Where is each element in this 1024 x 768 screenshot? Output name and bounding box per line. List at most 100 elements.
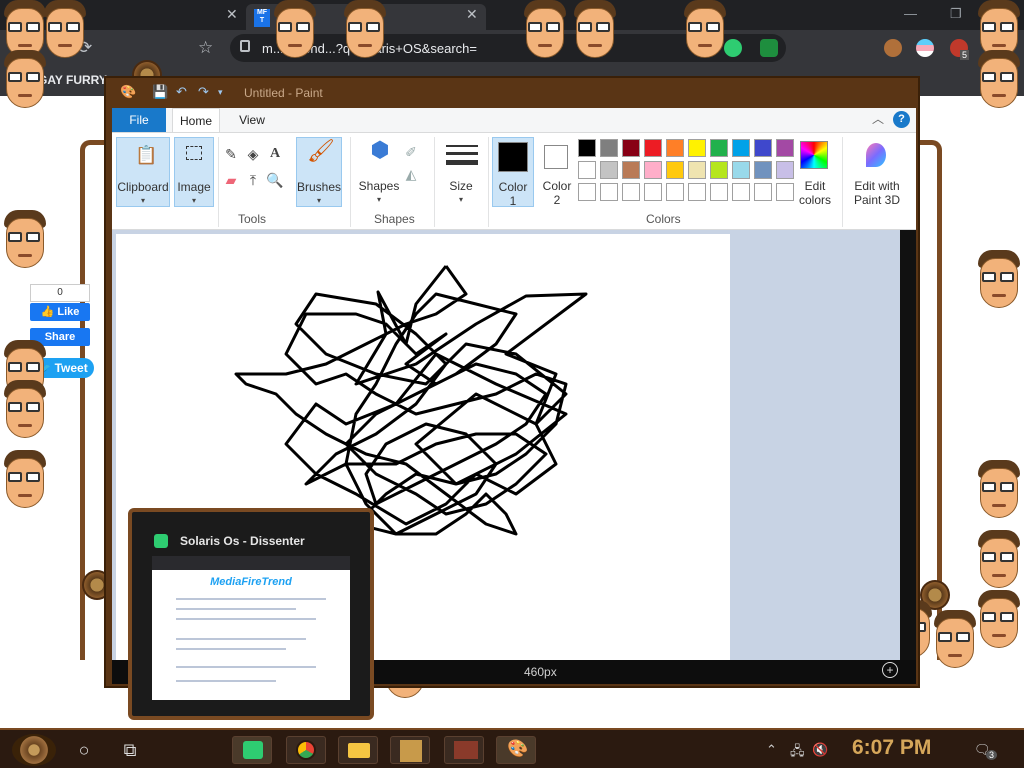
undo-icon[interactable]: ↶ <box>176 85 190 99</box>
taskbar-clock[interactable]: 6:07 PM <box>852 736 931 760</box>
flag-extension-icon[interactable] <box>916 39 934 57</box>
facebook-like-button[interactable]: 👍 Like <box>30 303 90 321</box>
cartoon-face-image <box>974 250 1024 312</box>
taskbar-dissenter[interactable] <box>232 736 272 764</box>
save-icon[interactable]: 💾 <box>152 85 168 99</box>
preview-site-name: MediaFireTrend <box>210 576 292 588</box>
palette-swatch[interactable] <box>754 183 772 201</box>
taskbar-thumbnail-preview[interactable]: Solaris Os - Dissenter MediaFireTrend <box>128 508 374 720</box>
text-icon[interactable]: A <box>266 145 284 163</box>
taskbar-app2[interactable] <box>444 736 484 764</box>
shapes-button[interactable]: ⬢ Shapes ▾ <box>354 137 404 207</box>
tab-view[interactable]: View <box>232 108 272 132</box>
collapse-ribbon-icon[interactable]: ︿ <box>872 110 884 127</box>
paint-title-bar: 🎨 💾 ↶ ↷ ▾ Untitled - Paint <box>106 78 918 108</box>
palette-swatch[interactable] <box>754 139 772 157</box>
tab-home[interactable]: Home <box>172 108 220 132</box>
profile-avatar-icon[interactable] <box>884 39 902 57</box>
palette-swatch[interactable] <box>578 161 596 179</box>
cartoon-face-image <box>270 0 320 62</box>
preview-browser-bar <box>152 556 350 570</box>
image-button[interactable]: Image ▾ <box>174 137 214 207</box>
vertical-scrollbar[interactable] <box>900 230 916 660</box>
clipboard-button[interactable]: 📋 Clipboard ▾ <box>116 137 170 207</box>
palette-swatch[interactable] <box>732 139 750 157</box>
redo-icon[interactable]: ↷ <box>198 85 212 99</box>
palette-swatch[interactable] <box>732 183 750 201</box>
task-view-icon[interactable]: ⧉ <box>118 738 142 762</box>
color2-button[interactable]: Color 2 <box>536 137 578 207</box>
taskbar-chrome[interactable] <box>286 736 326 764</box>
magnifier-icon[interactable]: 🔍 <box>266 171 284 189</box>
shield-extension-icon[interactable] <box>760 39 778 57</box>
extension-badge: 5 <box>960 50 970 60</box>
palette-swatch[interactable] <box>600 183 618 201</box>
palette-swatch[interactable] <box>666 161 684 179</box>
palette-swatch[interactable] <box>600 139 618 157</box>
color1-swatch <box>498 142 528 172</box>
outline-icon[interactable]: ✐ <box>402 143 420 161</box>
palette-swatch[interactable] <box>644 183 662 201</box>
network-icon[interactable]: 🖧 <box>790 742 805 764</box>
palette-swatch[interactable] <box>622 139 640 157</box>
palette-swatch[interactable] <box>578 139 596 157</box>
taskbar-app[interactable] <box>390 736 430 764</box>
tab-file[interactable]: File <box>112 108 166 132</box>
palette-swatch[interactable] <box>622 161 640 179</box>
cortana-icon[interactable]: ○ <box>72 738 96 762</box>
palette-swatch[interactable] <box>710 161 728 179</box>
cartoon-face-image <box>0 50 50 112</box>
palette-swatch[interactable] <box>666 183 684 201</box>
eraser-icon[interactable]: ▰ <box>222 171 240 189</box>
dissenter-icon <box>243 741 263 759</box>
tab-close-icon[interactable]: ✕ <box>466 6 478 23</box>
size-button[interactable]: Size ▾ <box>438 137 484 207</box>
palette-swatch[interactable] <box>754 161 772 179</box>
customize-toolbar-icon[interactable]: ▾ <box>218 85 232 99</box>
palette-swatch[interactable] <box>666 139 684 157</box>
separator <box>218 137 219 227</box>
mediafiretrend-favicon-icon: MF T <box>254 9 270 27</box>
taskbar-explorer[interactable] <box>338 736 378 764</box>
start-icon[interactable] <box>12 734 56 766</box>
minimize-icon[interactable]: — <box>904 6 917 21</box>
shapes-icon: ⬢ <box>370 137 390 162</box>
palette-swatch[interactable] <box>732 161 750 179</box>
edit-colors-button[interactable]: Edit colors <box>792 137 838 207</box>
cartoon-face-image <box>340 0 390 62</box>
brushes-button[interactable]: 🖌 Brushes ▾ <box>296 137 342 207</box>
paint-app-icon: 🎨 <box>120 84 137 99</box>
dissenter-icon <box>154 534 168 548</box>
restore-icon[interactable]: ❐ <box>950 6 962 22</box>
fill-shape-icon[interactable]: ◭ <box>402 165 420 183</box>
fill-icon[interactable]: ◈ <box>244 145 262 163</box>
tab-close-icon[interactable]: ✕ <box>226 6 238 23</box>
separator <box>842 137 843 227</box>
palette-swatch[interactable] <box>710 139 728 157</box>
palette-swatch[interactable] <box>644 139 662 157</box>
palette-swatch[interactable] <box>688 183 706 201</box>
tools-group-label: Tools <box>238 212 267 226</box>
palette-swatch[interactable] <box>688 161 706 179</box>
taskbar-paint[interactable]: 🎨 <box>496 736 536 764</box>
palette-swatch[interactable] <box>644 161 662 179</box>
help-icon[interactable]: ? <box>893 111 910 128</box>
color-picker-icon[interactable]: ⤒ <box>244 171 262 189</box>
zoom-in-icon[interactable]: + <box>882 662 898 678</box>
tray-chevron-icon[interactable]: ⌃ <box>766 742 777 758</box>
color1-button[interactable]: Color 1 <box>492 137 534 208</box>
edit-with-paint3d-button[interactable]: Edit with Paint 3D <box>846 137 908 207</box>
palette-swatch[interactable] <box>688 139 706 157</box>
separator <box>488 137 489 227</box>
volume-muted-icon[interactable]: 🔇 <box>812 742 828 758</box>
palette-swatch[interactable] <box>622 183 640 201</box>
pencil-icon[interactable]: ✎ <box>222 145 240 163</box>
taskbar: ○ ⧉ 🎨 ⌃ 🖧 🔇 6:07 PM 🗨 3 <box>0 728 1024 768</box>
palette-swatch[interactable] <box>710 183 728 201</box>
cartoon-face-image <box>974 590 1024 652</box>
palette-swatch[interactable] <box>600 161 618 179</box>
bookmark-star-icon[interactable]: ☆ <box>198 38 213 58</box>
separator <box>434 137 435 227</box>
palette-swatch[interactable] <box>578 183 596 201</box>
canvas-size-text: 460px <box>524 665 557 679</box>
